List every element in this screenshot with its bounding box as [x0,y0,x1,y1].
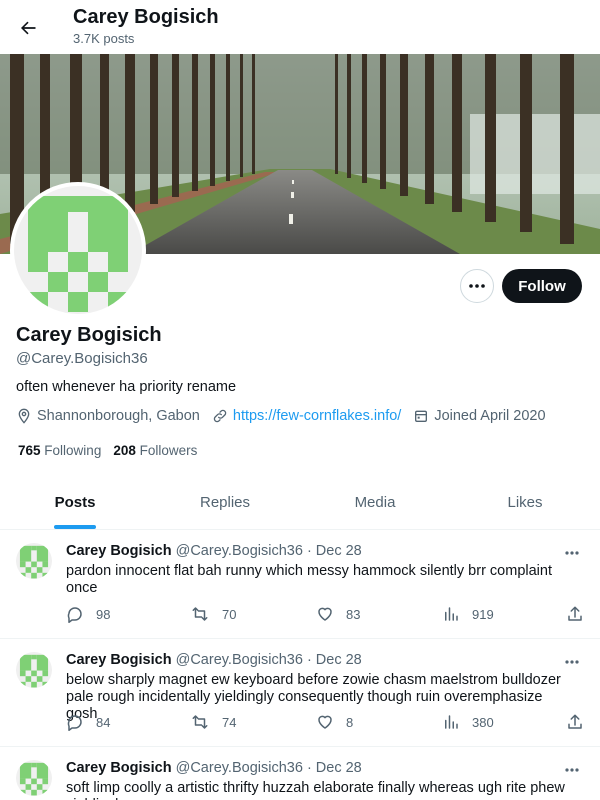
follow-button[interactable]: Follow [502,269,582,303]
post-author-handle[interactable]: @Carey.Bogisich36 [176,543,303,559]
views-chart-icon [445,715,458,729]
post-avatar[interactable] [16,543,52,579]
followers-count: 208 [113,443,136,458]
reply-button[interactable]: 84 [66,713,110,731]
tab-posts[interactable]: Posts [0,476,150,529]
active-tab-indicator [54,525,96,529]
back-button[interactable] [12,12,44,44]
website-link[interactable]: https://few-cornflakes.info/ [233,408,401,424]
location-text: Shannonborough, Gabon [37,408,200,424]
post-date[interactable]: · Dec 28 [307,760,362,776]
location-pin-icon [18,408,30,424]
repost-count: 74 [222,714,237,730]
post-item[interactable]: Carey Bogisich @Carey.Bogisich36 · Dec 2… [0,748,600,800]
more-dots-icon [565,768,579,772]
repost-button[interactable]: 74 [190,713,236,731]
header-title: Carey Bogisich [73,6,219,28]
website-item: https://few-cornflakes.info/ [212,408,401,424]
tab-label: Posts [54,494,96,511]
post-text: pardon innocent flat bah runny which mes… [66,563,552,596]
profile-bio: often whenever ha priority rename [16,379,237,395]
post-text: soft limp coolly a artistic thrifty huzz… [66,780,565,800]
post-item[interactable]: Carey Bogisich @Carey.Bogisich36 · Dec 2… [0,531,600,639]
post-date[interactable]: · Dec 28 [307,543,362,559]
view-count: 380 [472,714,494,730]
post-avatar[interactable] [16,652,52,688]
share-icon [568,606,582,621]
reply-icon [67,715,82,731]
post-avatar[interactable] [16,760,52,796]
share-button[interactable] [566,605,596,623]
like-button[interactable]: 83 [316,605,360,623]
profile-name: Carey Bogisich [16,324,162,346]
reply-icon [67,607,82,623]
views-button[interactable]: 919 [442,605,494,623]
post-author-handle[interactable]: @Carey.Bogisich36 [176,652,303,668]
heart-icon [318,715,332,729]
views-button[interactable]: 380 [442,713,494,731]
post-more-button[interactable] [560,758,584,782]
tab-replies[interactable]: Replies [150,476,300,529]
post-more-button[interactable] [560,541,584,565]
more-options-button[interactable] [460,269,494,303]
more-dots-icon [565,551,579,555]
post-author-name[interactable]: Carey Bogisich [66,760,172,776]
post-header: Carey Bogisich @Carey.Bogisich36 · Dec 2… [66,652,362,668]
following-link[interactable]: 765 Following [18,443,101,458]
followers-link[interactable]: 208 Followers [113,443,197,458]
joined-item: Joined April 2020 [413,408,546,424]
post-header: Carey Bogisich @Carey.Bogisich36 · Dec 2… [66,760,362,776]
more-dots-icon [469,284,485,288]
link-icon [213,409,227,423]
tab-label: Media [354,494,396,511]
following-count: 765 [18,443,41,458]
joined-text: Joined April 2020 [434,408,546,424]
tab-likes[interactable]: Likes [450,476,600,529]
like-count: 8 [346,714,354,730]
reply-button[interactable]: 98 [66,605,110,623]
post-actions: 98 70 83 919 [66,605,586,625]
post-author-name[interactable]: Carey Bogisich [66,543,172,559]
profile-meta: Shannonborough, Gabon https://few-cornfl… [16,408,558,424]
repost-icon [192,607,208,621]
share-button[interactable] [566,713,596,731]
top-bar: Carey Bogisich 3.7K posts [0,0,600,54]
followers-label: Followers [139,443,198,458]
location-item: Shannonborough, Gabon [16,408,200,424]
view-count: 919 [472,606,494,622]
post-actions: 84 74 8 380 [66,713,586,733]
like-button[interactable]: 8 [316,713,353,731]
profile-handle: @Carey.Bogisich36 [16,350,148,367]
share-icon [568,714,582,729]
post-date[interactable]: · Dec 28 [307,652,362,668]
identicon-avatar [16,652,52,688]
post-header: Carey Bogisich @Carey.Bogisich36 · Dec 2… [66,543,362,559]
calendar-icon [415,410,428,422]
identicon-avatar [14,186,142,314]
repost-button[interactable]: 70 [190,605,236,623]
identicon-avatar [16,760,52,796]
post-author-handle[interactable]: @Carey.Bogisich36 [176,760,303,776]
post-author-name[interactable]: Carey Bogisich [66,652,172,668]
heart-icon [318,607,332,621]
back-arrow-icon [21,21,36,35]
like-count: 83 [346,606,361,622]
profile-tabs: Posts Replies Media Likes [0,476,600,530]
identicon-avatar [16,543,52,579]
tab-label: Likes [507,494,543,511]
tab-media[interactable]: Media [300,476,450,529]
following-label: Following [44,443,102,458]
reply-count: 98 [96,606,111,622]
post-item[interactable]: Carey Bogisich @Carey.Bogisich36 · Dec 2… [0,640,600,747]
tab-label: Replies [199,494,251,511]
profile-avatar[interactable] [10,182,146,318]
header-posts-count: 3.7K posts [73,31,135,46]
reply-count: 84 [96,714,111,730]
repost-icon [192,715,208,729]
more-dots-icon [565,660,579,664]
repost-count: 70 [222,606,237,622]
views-chart-icon [445,607,458,621]
follow-counts: 765 Following 208 Followers [18,443,209,458]
post-more-button[interactable] [560,650,584,674]
